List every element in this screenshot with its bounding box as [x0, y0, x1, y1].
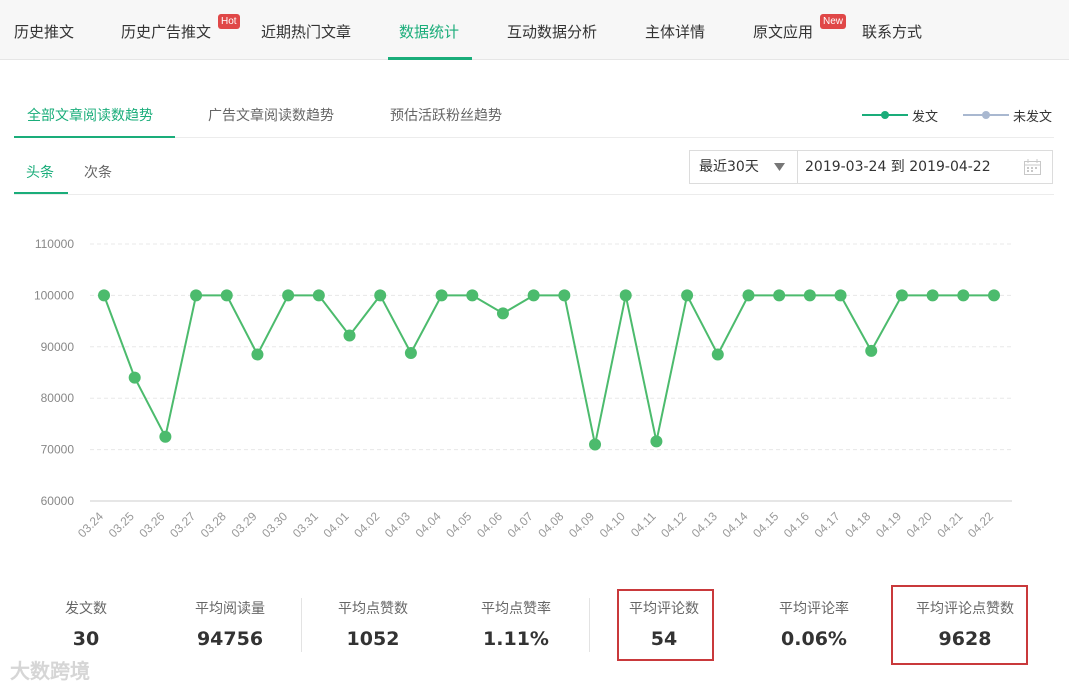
x-tick-label: 04.16 — [781, 509, 812, 540]
x-tick-label: 04.12 — [658, 509, 689, 540]
stat-label: 平均阅读量 — [195, 601, 265, 617]
stat-separator — [301, 598, 302, 652]
stat-label: 发文数 — [65, 601, 107, 617]
x-tick-label: 04.22 — [965, 509, 996, 540]
x-tick-label: 03.25 — [106, 509, 137, 540]
x-tick-label: 04.05 — [443, 509, 474, 540]
data-point — [773, 289, 786, 302]
data-point — [343, 329, 356, 342]
data-point — [589, 438, 602, 451]
data-point — [404, 346, 417, 359]
x-tick-label: 04.19 — [873, 509, 904, 540]
stat-separator — [589, 598, 590, 652]
stat-label: 平均点赞率 — [481, 601, 551, 617]
x-tick-label: 04.01 — [321, 509, 352, 540]
x-tick-label: 04.17 — [812, 509, 843, 540]
y-tick-label: 90000 — [41, 340, 75, 354]
stat-avg-like-rate: 平均点赞率 1.11% — [451, 600, 581, 653]
data-point — [619, 289, 632, 302]
highlight-box — [891, 585, 1028, 665]
watermark-logo: 大数跨境 — [10, 659, 90, 683]
stat-value: 1052 — [346, 628, 400, 650]
x-tick-label: 04.09 — [566, 509, 597, 540]
stat-label: 平均点赞数 — [338, 601, 408, 617]
y-tick-label: 60000 — [41, 494, 75, 508]
data-point — [435, 289, 448, 302]
highlight-box — [617, 589, 714, 661]
data-point — [220, 289, 233, 302]
x-tick-label: 04.08 — [535, 509, 566, 540]
stat-avg-likes: 平均点赞数 1052 — [308, 600, 438, 653]
x-tick-label: 04.11 — [628, 509, 659, 540]
x-tick-label: 04.10 — [597, 509, 628, 540]
data-point — [312, 289, 325, 302]
x-tick-label: 03.24 — [75, 509, 106, 540]
x-tick-label: 04.04 — [413, 509, 444, 540]
stat-avg-reads: 平均阅读量 94756 — [165, 600, 295, 653]
data-point — [895, 289, 908, 302]
x-tick-label: 04.13 — [689, 509, 720, 540]
y-tick-label: 80000 — [41, 391, 75, 405]
data-point — [742, 289, 755, 302]
series-line — [103, 292, 994, 445]
data-point — [650, 435, 663, 448]
x-tick-label: 03.28 — [198, 509, 229, 540]
data-point — [988, 289, 1000, 302]
data-point — [834, 289, 847, 302]
data-point — [466, 289, 479, 302]
data-point — [527, 289, 540, 302]
x-tick-label: 04.14 — [719, 509, 750, 540]
data-point — [926, 289, 939, 302]
x-tick-label: 03.27 — [167, 509, 198, 540]
data-point — [128, 371, 141, 384]
y-tick-label: 100000 — [34, 288, 74, 302]
data-point — [159, 430, 172, 443]
stat-post-count: 发文数 30 — [21, 600, 151, 653]
x-tick-label: 04.02 — [351, 509, 382, 540]
x-tick-label: 04.21 — [934, 509, 965, 540]
x-tick-label: 04.07 — [505, 509, 536, 540]
x-tick-label: 04.03 — [382, 509, 413, 540]
y-tick-label: 70000 — [41, 443, 75, 457]
stat-value: 94756 — [196, 628, 264, 650]
y-tick-label: 110000 — [35, 237, 74, 251]
data-point — [865, 344, 878, 357]
stat-value: 30 — [72, 628, 100, 650]
data-point — [957, 289, 970, 302]
stat-label: 平均评论率 — [779, 601, 849, 617]
x-tick-label: 03.29 — [228, 509, 259, 540]
stat-avg-comment-rate: 平均评论率 0.06% — [749, 600, 879, 653]
x-tick-label: 04.15 — [750, 509, 781, 540]
stat-value: 0.06% — [781, 628, 847, 650]
data-point — [711, 348, 724, 361]
x-tick-label: 03.30 — [259, 509, 290, 540]
x-tick-label: 04.20 — [904, 509, 935, 540]
x-tick-label: 03.31 — [290, 509, 321, 540]
data-point — [496, 307, 509, 320]
data-point — [374, 289, 387, 302]
stat-value: 1.11% — [483, 628, 549, 650]
x-tick-label: 03.26 — [136, 509, 167, 540]
data-point — [681, 289, 694, 302]
data-point — [251, 348, 264, 361]
data-point — [282, 289, 295, 302]
data-point — [190, 289, 203, 302]
data-point — [803, 289, 816, 302]
data-point — [98, 289, 110, 302]
x-tick-label: 04.18 — [842, 509, 873, 540]
x-tick-label: 04.06 — [474, 509, 505, 540]
data-point — [558, 289, 571, 302]
